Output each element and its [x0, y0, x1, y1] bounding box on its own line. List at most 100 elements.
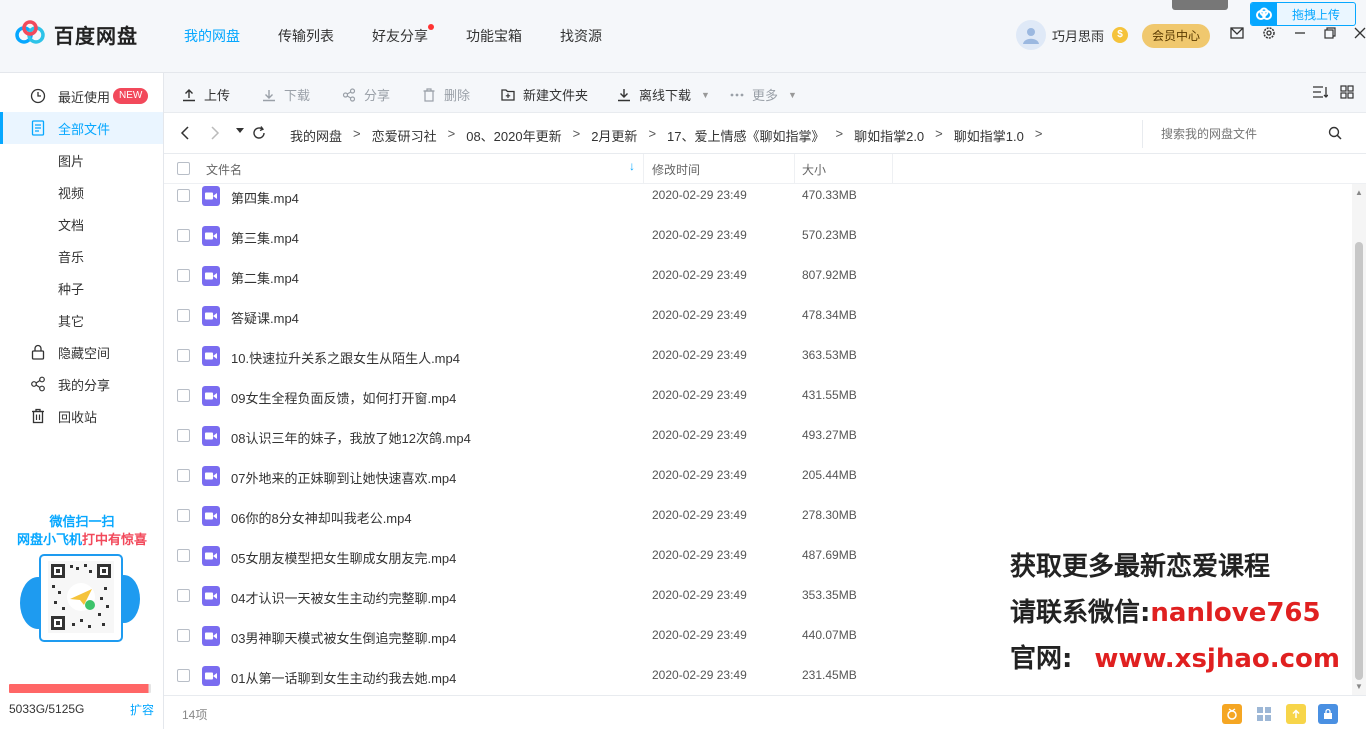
- restore-icon[interactable]: [1324, 27, 1336, 39]
- sidebar-item-hidden-space[interactable]: 隐藏空间: [0, 336, 163, 368]
- row-checkbox[interactable]: [177, 669, 190, 682]
- video-file-icon: [202, 226, 220, 246]
- breadcrumb-item[interactable]: 17、爱上情感《聊如指掌》: [667, 126, 824, 145]
- row-checkbox[interactable]: [177, 509, 190, 522]
- table-row[interactable]: 07外地来的正妹聊到让她快速喜欢.mp4 2020-02-29 23:49 205.…: [164, 464, 1352, 504]
- expand-storage-link[interactable]: 扩容: [130, 701, 154, 718]
- sidebar-item-other[interactable]: 其它: [0, 304, 163, 336]
- scrollbar[interactable]: ▲ ▼: [1352, 184, 1366, 695]
- file-name[interactable]: 第三集.mp4: [231, 228, 299, 247]
- file-name[interactable]: 10.快速拉升关系之跟女生从陌生人.mp4: [231, 348, 460, 367]
- row-checkbox[interactable]: [177, 229, 190, 242]
- apps-grid-icon[interactable]: [1254, 704, 1274, 724]
- avatar[interactable]: [1016, 20, 1046, 50]
- sidebar-item-images[interactable]: 图片: [0, 144, 163, 176]
- breadcrumb-item[interactable]: 聊如指掌2.0: [854, 126, 924, 145]
- file-name[interactable]: 答疑课.mp4: [231, 308, 299, 327]
- file-name[interactable]: 07外地来的正妹聊到让她快速喜欢.mp4: [231, 468, 456, 487]
- table-row[interactable]: 第四集.mp4 2020-02-29 23:49 470.33MB: [164, 184, 1352, 224]
- nav-transfer-list[interactable]: 传输列表: [278, 26, 334, 46]
- sidebar-item-documents[interactable]: 文档: [0, 208, 163, 240]
- sidebar-item-recent[interactable]: 最近使用 NEW: [0, 80, 163, 112]
- promo-qr-code[interactable]: [18, 553, 144, 645]
- column-header-size[interactable]: 大小: [802, 161, 826, 178]
- nav-toolbox[interactable]: 功能宝箱: [466, 26, 522, 46]
- row-checkbox[interactable]: [177, 389, 190, 402]
- table-row[interactable]: 09女生全程负面反馈，如何打开窗.mp4 2020-02-29 23:49 431.…: [164, 384, 1352, 424]
- history-dropdown-icon[interactable]: [236, 128, 244, 134]
- sidebar-item-torrents[interactable]: 种子: [0, 272, 163, 304]
- upload-box-icon[interactable]: [1286, 704, 1306, 724]
- file-name[interactable]: 08认识三年的妹子，我放了她12次鸽.mp4: [231, 428, 471, 447]
- download-button[interactable]: 下载: [262, 85, 310, 104]
- refresh-icon[interactable]: [252, 126, 266, 140]
- share-button[interactable]: 分享: [342, 85, 390, 104]
- vip-center-button[interactable]: 会员中心: [1142, 24, 1210, 48]
- offline-download-button[interactable]: 离线下载 ▼: [617, 85, 710, 104]
- back-arrow-icon[interactable]: [180, 126, 190, 140]
- breadcrumb-item[interactable]: 恋爱研习社: [372, 126, 437, 145]
- search-icon[interactable]: [1328, 126, 1342, 143]
- file-name[interactable]: 第四集.mp4: [231, 188, 299, 207]
- select-all-checkbox[interactable]: [177, 162, 190, 175]
- scroll-down-icon[interactable]: ▼: [1355, 682, 1363, 691]
- table-row[interactable]: 第三集.mp4 2020-02-29 23:49 570.23MB: [164, 224, 1352, 264]
- close-icon[interactable]: [1354, 27, 1366, 39]
- row-checkbox[interactable]: [177, 549, 190, 562]
- nav-find-resources[interactable]: 找资源: [560, 26, 602, 46]
- row-checkbox[interactable]: [177, 269, 190, 282]
- table-row[interactable]: 10.快速拉升关系之跟女生从陌生人.mp4 2020-02-29 23:49 363…: [164, 344, 1352, 384]
- drag-upload-button[interactable]: 拖拽上传: [1250, 2, 1356, 26]
- toolbar: 上传 下载 分享 删除 新建文件夹 离线下载 ▼ 更多 ▼: [164, 73, 1366, 113]
- app-logo[interactable]: 百度网盘: [14, 20, 138, 49]
- breadcrumb-item[interactable]: 我的网盘: [290, 126, 342, 145]
- row-checkbox[interactable]: [177, 189, 190, 202]
- upload-button[interactable]: 上传: [182, 85, 230, 104]
- breadcrumb-item[interactable]: 聊如指掌1.0: [954, 126, 1024, 145]
- sidebar-item-music[interactable]: 音乐: [0, 240, 163, 272]
- table-row[interactable]: 08认识三年的妹子，我放了她12次鸽.mp4 2020-02-29 23:49 49…: [164, 424, 1352, 464]
- file-name[interactable]: 03男神聊天模式被女生倒追完整聊.mp4: [231, 628, 456, 647]
- minimize-icon[interactable]: [1294, 27, 1306, 39]
- more-button[interactable]: 更多 ▼: [730, 85, 797, 104]
- column-header-modified[interactable]: 修改时间: [652, 161, 700, 178]
- grid-view-icon[interactable]: [1340, 85, 1354, 99]
- breadcrumb-item[interactable]: 2月更新: [591, 126, 637, 145]
- username[interactable]: 巧月思雨: [1052, 26, 1104, 45]
- sort-arrow-down-icon[interactable]: ↓: [629, 159, 635, 173]
- breadcrumb-item[interactable]: 08、2020年更新: [466, 126, 561, 145]
- search-input[interactable]: [1161, 125, 1321, 143]
- sidebar-item-videos[interactable]: 视频: [0, 176, 163, 208]
- file-name[interactable]: 05女朋友模型把女生聊成女朋友完.mp4: [231, 548, 456, 567]
- nav-friend-share[interactable]: 好友分享: [372, 24, 434, 46]
- table-row[interactable]: 答疑课.mp4 2020-02-29 23:49 478.34MB: [164, 304, 1352, 344]
- scroll-up-icon[interactable]: ▲: [1355, 188, 1363, 197]
- file-name[interactable]: 01从第一话聊到女生主动约我去她.mp4: [231, 668, 456, 687]
- row-checkbox[interactable]: [177, 589, 190, 602]
- sort-list-icon[interactable]: [1312, 85, 1328, 99]
- row-checkbox[interactable]: [177, 629, 190, 642]
- scrollbar-thumb[interactable]: [1355, 242, 1363, 680]
- table-row[interactable]: 第二集.mp4 2020-02-29 23:49 807.92MB: [164, 264, 1352, 304]
- activity-icon[interactable]: [1222, 704, 1242, 724]
- sidebar-item-my-shares[interactable]: 我的分享: [0, 368, 163, 400]
- table-row[interactable]: 06你的8分女神却叫我老公.mp4 2020-02-29 23:49 278.30M…: [164, 504, 1352, 544]
- new-folder-button[interactable]: 新建文件夹: [501, 85, 588, 104]
- file-name[interactable]: 06你的8分女神却叫我老公.mp4: [231, 508, 412, 527]
- row-checkbox[interactable]: [177, 429, 190, 442]
- forward-arrow-icon[interactable]: [210, 126, 220, 140]
- nav-my-disk[interactable]: 我的网盘: [184, 26, 240, 46]
- row-checkbox[interactable]: [177, 309, 190, 322]
- file-name[interactable]: 09女生全程负面反馈，如何打开窗.mp4: [231, 388, 456, 407]
- file-name[interactable]: 04才认识一天被女生主动约完整聊.mp4: [231, 588, 456, 607]
- settings-gear-icon[interactable]: [1262, 26, 1276, 40]
- column-header-name[interactable]: 文件名: [206, 161, 242, 178]
- row-checkbox[interactable]: [177, 349, 190, 362]
- row-checkbox[interactable]: [177, 469, 190, 482]
- mail-icon[interactable]: [1230, 27, 1244, 39]
- delete-button[interactable]: 删除: [422, 85, 470, 104]
- file-name[interactable]: 第二集.mp4: [231, 268, 299, 287]
- sidebar-item-recycle-bin[interactable]: 回收站: [0, 400, 163, 432]
- lock-icon[interactable]: [1318, 704, 1338, 724]
- sidebar-item-all-files[interactable]: 全部文件: [0, 112, 163, 144]
